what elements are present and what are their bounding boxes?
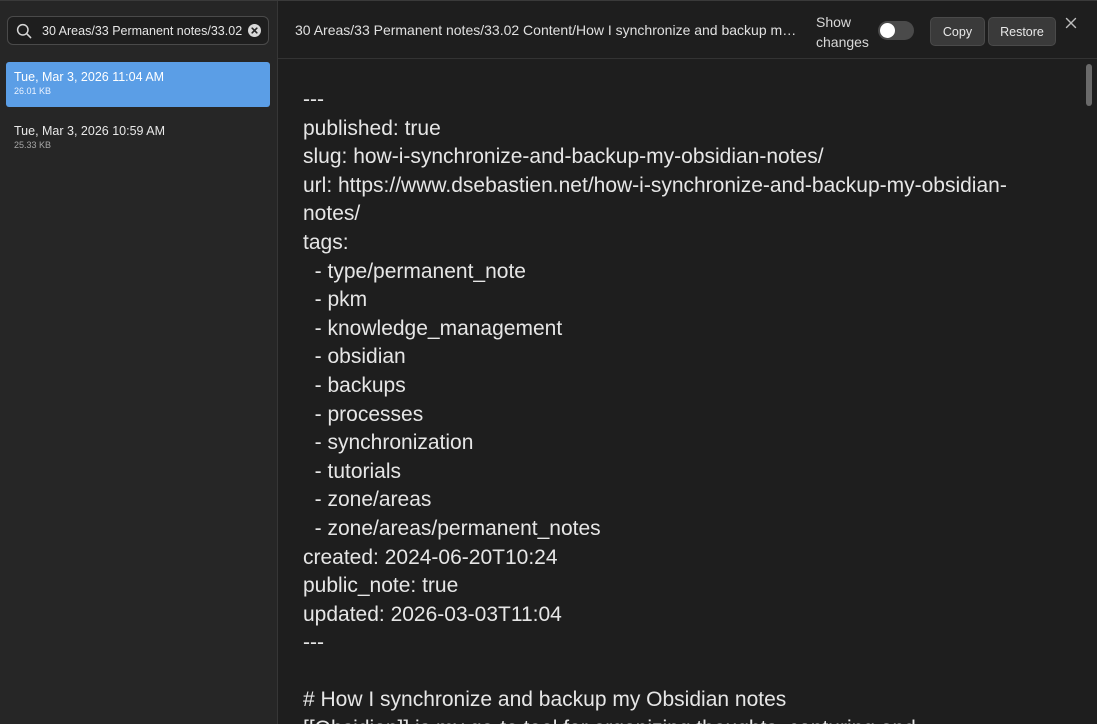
- note-text: --- published: true slug: how-i-synchron…: [303, 88, 1007, 724]
- search-icon: [16, 23, 32, 39]
- show-changes-toggle[interactable]: [878, 21, 914, 40]
- version-size: 25.33 KB: [14, 140, 52, 150]
- search-box[interactable]: [7, 16, 269, 45]
- version-item[interactable]: Tue, Mar 3, 2026 11:04 AM 26.01 KB: [6, 62, 270, 107]
- version-size: 26.01 KB: [14, 86, 52, 96]
- search-input[interactable]: [42, 17, 244, 44]
- scrollbar-thumb[interactable]: [1086, 64, 1092, 106]
- preview-header: 30 Areas/33 Permanent notes/33.02 Conten…: [278, 1, 1097, 59]
- copy-button[interactable]: Copy: [930, 17, 985, 46]
- version-list: Tue, Mar 3, 2026 11:04 AM 26.01 KB Tue, …: [6, 62, 270, 170]
- clear-search-icon[interactable]: [248, 24, 261, 37]
- version-sidebar: Tue, Mar 3, 2026 11:04 AM 26.01 KB Tue, …: [0, 1, 278, 724]
- version-date: Tue, Mar 3, 2026 10:59 AM: [14, 124, 166, 138]
- version-item[interactable]: Tue, Mar 3, 2026 10:59 AM 25.33 KB: [6, 116, 270, 161]
- show-changes-label: Show changes: [816, 14, 869, 50]
- scrollbar[interactable]: [1083, 60, 1097, 724]
- close-icon[interactable]: [1063, 15, 1079, 31]
- version-date: Tue, Mar 3, 2026 11:04 AM: [14, 70, 165, 84]
- file-recovery-window: Tue, Mar 3, 2026 11:04 AM 26.01 KB Tue, …: [0, 0, 1097, 724]
- file-path-title: 30 Areas/33 Permanent notes/33.02 Conten…: [295, 22, 799, 38]
- restore-button[interactable]: Restore: [988, 17, 1056, 46]
- version-preview-pane: 30 Areas/33 Permanent notes/33.02 Conten…: [278, 1, 1097, 724]
- note-content: --- published: true slug: how-i-synchron…: [278, 60, 1083, 724]
- toggle-knob: [880, 23, 895, 38]
